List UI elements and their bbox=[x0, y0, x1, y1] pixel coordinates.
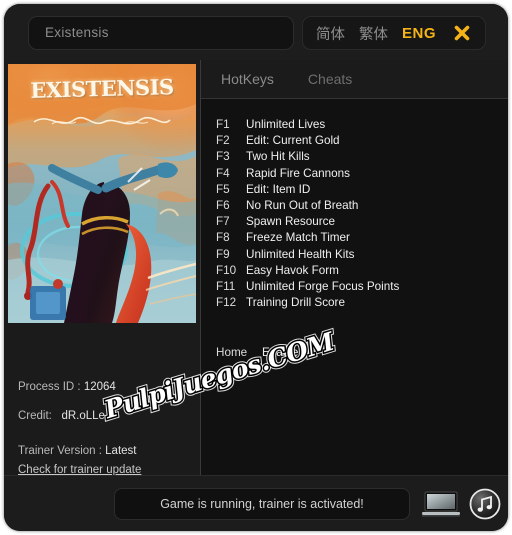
process-id-label: Process ID : bbox=[18, 381, 81, 393]
hotkey-row[interactable]: F12 Training Drill Score bbox=[201, 296, 508, 312]
window-body: EXISTENSIS Process ID : 12064 Credit: dR… bbox=[4, 60, 508, 476]
cover-title-text: EXISTENSIS bbox=[30, 74, 174, 103]
trainer-version-label: Trainer Version : bbox=[18, 445, 102, 457]
lang-english[interactable]: ENG bbox=[395, 25, 443, 42]
window-header: Existensis 简体 繁体 ENG bbox=[4, 4, 508, 60]
hotkey-desc: Spawn Resource bbox=[246, 215, 336, 229]
game-title-field[interactable]: Existensis bbox=[28, 16, 294, 50]
hotkey-desc: Training Drill Score bbox=[246, 296, 345, 310]
hotkey-key: F9 bbox=[216, 247, 230, 261]
credit-line: Credit: dR.oLLe bbox=[18, 410, 105, 422]
process-id-value: 12064 bbox=[83, 381, 116, 393]
hotkey-desc: No Run Out of Breath bbox=[246, 198, 359, 212]
process-id-line: Process ID : 12064 bbox=[18, 381, 116, 393]
hotkey-key: F11 bbox=[216, 279, 236, 293]
trainer-version-line: Trainer Version : Latest bbox=[18, 445, 136, 457]
hotkey-key: F6 bbox=[216, 198, 230, 212]
hotkey-row[interactable]: F8 Freeze Match Timer bbox=[201, 231, 508, 247]
right-panel: HotKeys Cheats F1 Unlimited Lives F2 Edi… bbox=[201, 60, 508, 475]
lang-simplified-chinese[interactable]: 简体 bbox=[309, 23, 352, 44]
credit-value: dR.oLLe bbox=[61, 410, 105, 422]
hotkey-desc: Easy Havok Form bbox=[246, 263, 339, 277]
hotkey-key: F7 bbox=[216, 215, 230, 229]
hotkey-row[interactable]: F6 No Run Out of Breath bbox=[201, 199, 508, 215]
left-panel: EXISTENSIS Process ID : 12064 Credit: dR… bbox=[4, 60, 200, 476]
hotkey-row[interactable]: F7 Spawn Resource bbox=[201, 215, 508, 231]
hotkey-row[interactable]: F9 Unlimited Health Kits bbox=[201, 248, 508, 264]
trainer-version-value: Latest bbox=[105, 445, 137, 457]
hotkey-desc: Rapid Fire Cannons bbox=[246, 166, 350, 180]
game-title-text: Existensis bbox=[45, 25, 109, 40]
hotkey-key: F1 bbox=[216, 118, 230, 131]
hotkey-key: F5 bbox=[216, 182, 230, 196]
hotkey-list: F1 Unlimited Lives F2 Edit: Current Gold… bbox=[201, 118, 508, 312]
tab-hotkeys[interactable]: HotKeys bbox=[207, 71, 288, 87]
hotkey-row[interactable]: F5 Edit: Item ID bbox=[201, 183, 508, 199]
hotkey-desc: Unlimited Lives bbox=[246, 118, 326, 131]
tab-underline bbox=[201, 98, 508, 99]
hotkey-key: F12 bbox=[216, 296, 237, 310]
hotkey-row[interactable]: F1 Unlimited Lives bbox=[201, 118, 508, 134]
music-note-icon[interactable] bbox=[469, 488, 501, 525]
hotkey-key: F2 bbox=[216, 134, 230, 148]
status-box: Game is running, trainer is activated! bbox=[114, 488, 410, 520]
hotkey-row[interactable]: F4 Rapid Fire Cannons bbox=[201, 167, 508, 183]
hotkey-row[interactable]: F11 Unlimited Forge Focus Points bbox=[201, 280, 508, 296]
status-text: Game is running, trainer is activated! bbox=[160, 497, 364, 511]
cover-flourish-ornament bbox=[33, 116, 171, 125]
credit-label: Credit: bbox=[18, 410, 52, 422]
hotkey-desc: Unlimited Health Kits bbox=[246, 247, 355, 261]
hotkey-key: F8 bbox=[216, 231, 230, 245]
hotkey-row[interactable]: F2 Edit: Current Gold bbox=[201, 134, 508, 150]
hotkey-row[interactable]: F10 Easy Havok Form bbox=[201, 264, 508, 280]
hotkey-desc: Edit: Current Gold bbox=[246, 134, 340, 148]
hotkey-desc: Edit: Item ID bbox=[246, 182, 311, 196]
status-bar: Game is running, trainer is activated! bbox=[4, 475, 508, 531]
tab-bar: HotKeys Cheats bbox=[201, 60, 508, 98]
hotkey-key: F10 bbox=[216, 263, 237, 277]
enable-all-row[interactable]: Home Enable All bbox=[201, 346, 508, 359]
enable-all-label: Enable All bbox=[262, 346, 314, 359]
laptop-icon[interactable] bbox=[422, 490, 460, 523]
hotkey-desc: Two Hit Kills bbox=[246, 150, 310, 164]
hotkey-desc: Unlimited Forge Focus Points bbox=[246, 279, 400, 293]
trainer-window: Existensis 简体 繁体 ENG EXISTENSIS Process … bbox=[4, 4, 508, 531]
game-cover: EXISTENSIS bbox=[8, 64, 196, 323]
tab-cheats[interactable]: Cheats bbox=[294, 71, 366, 87]
hotkey-key: F4 bbox=[216, 166, 230, 180]
cover-artwork bbox=[8, 64, 196, 323]
language-bar: 简体 繁体 ENG bbox=[302, 16, 486, 50]
hotkey-desc: Freeze Match Timer bbox=[246, 231, 350, 245]
close-icon[interactable] bbox=[449, 20, 475, 46]
hotkey-row[interactable]: F3 Two Hit Kills bbox=[201, 150, 508, 166]
lang-traditional-chinese[interactable]: 繁体 bbox=[352, 23, 395, 44]
hotkey-key: F3 bbox=[216, 150, 230, 164]
enable-all-key: Home bbox=[216, 346, 248, 359]
